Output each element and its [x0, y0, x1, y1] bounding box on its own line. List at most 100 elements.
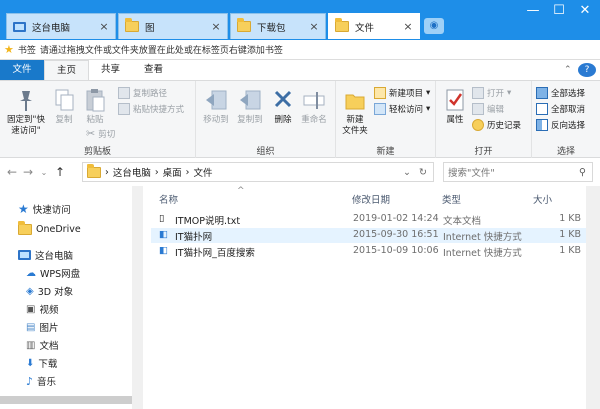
paste-shortcut-button[interactable]: 粘贴快捷方式: [118, 103, 184, 115]
file-name: ITMOP说明.txt: [175, 216, 241, 227]
help-icon[interactable]: ?: [578, 63, 596, 77]
minimize-button[interactable]: —: [520, 2, 546, 22]
tab-downloads[interactable]: 下载包 ×: [230, 13, 326, 39]
table-row[interactable]: ▯ ITMOP说明.txt 2019-01-02 14:24 文本文档 1 KB: [151, 212, 591, 227]
close-button[interactable]: ✕: [572, 2, 598, 22]
nav-item-music[interactable]: ♪ 音乐: [26, 374, 56, 389]
new-tab-button[interactable]: ◉: [424, 18, 444, 34]
search-input[interactable]: 搜索"文件" ⚲: [443, 162, 593, 182]
tab-file[interactable]: 文件: [0, 60, 44, 80]
vertical-scrollbar[interactable]: [586, 186, 600, 409]
chevron-up-icon[interactable]: ⌃: [564, 60, 578, 80]
back-icon[interactable]: ←: [4, 165, 20, 179]
open-button[interactable]: 打开 ▾: [472, 87, 511, 99]
select-all-button[interactable]: 全部选择: [536, 87, 585, 99]
new-item-button[interactable]: 新建项目 ▾: [374, 87, 430, 99]
horizontal-scrollbar[interactable]: [0, 396, 132, 404]
breadcrumb-this-pc[interactable]: 这台电脑: [113, 165, 151, 179]
video-icon: ▣: [26, 303, 36, 315]
address-bar: ← → ⌄ ↑ › 这台电脑 › 桌面 › 文件 ⌄ ↻ 搜索"文件" ⚲: [0, 158, 600, 186]
internet-shortcut-icon: ◧: [159, 229, 168, 240]
select-all-label: 全部选择: [551, 89, 586, 99]
breadcrumb-desktop[interactable]: 桌面: [163, 165, 182, 179]
nav-item-3d-objects[interactable]: ◈ 3D 对象: [26, 284, 73, 299]
select-none-button[interactable]: 全部取消: [536, 103, 585, 115]
nav-item-quick-access[interactable]: ★ 快速访问: [18, 202, 71, 216]
nav-label: 快速访问: [32, 205, 71, 216]
delete-button[interactable]: 删除: [270, 87, 296, 126]
close-icon[interactable]: ×: [307, 20, 321, 33]
copy-path-label: 复制路径: [133, 89, 168, 99]
column-header-name[interactable]: 名称: [159, 192, 178, 206]
properties-button[interactable]: 属性: [440, 87, 470, 126]
nav-label: 文档: [39, 341, 59, 352]
nav-item-this-pc[interactable]: 这台电脑: [18, 248, 73, 262]
pin-quick-access-button[interactable]: 固定到"快速访问": [4, 87, 48, 137]
easy-access-icon: [374, 103, 386, 115]
edit-button[interactable]: 编辑: [472, 103, 504, 115]
paste-button[interactable]: 粘贴: [80, 87, 110, 126]
copy-path-button[interactable]: 复制路径: [118, 87, 167, 99]
maximize-button[interactable]: ☐: [546, 2, 572, 22]
column-header-size[interactable]: 大小: [533, 192, 552, 206]
up-icon[interactable]: ↑: [52, 165, 68, 179]
new-folder-button[interactable]: 新建 文件夹: [338, 87, 372, 137]
nav-scrollbar[interactable]: [132, 186, 143, 409]
address-box[interactable]: › 这台电脑 › 桌面 › 文件 ⌄ ↻: [82, 162, 434, 182]
file-type: Internet 快捷方式: [443, 232, 522, 243]
breadcrumb-files[interactable]: 文件: [193, 165, 212, 179]
history-label: 历史记录: [487, 121, 522, 131]
move-to-button[interactable]: 移动到: [200, 87, 232, 126]
close-icon[interactable]: ×: [97, 20, 111, 33]
tab-share[interactable]: 共享: [89, 60, 132, 80]
forward-icon[interactable]: →: [20, 165, 36, 179]
tab-label: 下载包: [257, 22, 286, 34]
folder-icon: [343, 87, 367, 113]
select-group: 全部选择 全部取消 反向选择 选择: [532, 81, 600, 159]
dropdown-arrow-icon: ▾: [426, 88, 431, 98]
close-icon[interactable]: ×: [209, 20, 223, 33]
copy-button[interactable]: 复制: [50, 87, 78, 126]
nav-item-onedrive[interactable]: OneDrive: [18, 221, 81, 235]
move-to-label: 移动到: [203, 115, 229, 125]
rename-button[interactable]: 重命名: [298, 87, 330, 126]
tab-pictures[interactable]: 图 ×: [118, 13, 228, 39]
invert-selection-button[interactable]: 反向选择: [536, 119, 585, 131]
cut-button[interactable]: ✂ 剪切: [86, 127, 115, 140]
file-name: IT猫扑网_百度搜索: [175, 248, 255, 259]
column-header-type[interactable]: 类型: [442, 192, 461, 206]
bookmark-hint: 请通过拖拽文件或文件夹放置在此处或在标签页右键添加书签: [39, 46, 283, 56]
column-header-modified[interactable]: 修改日期: [352, 192, 390, 206]
copy-to-button[interactable]: 复制到: [234, 87, 266, 126]
tab-this-pc[interactable]: 这台电脑 ×: [6, 13, 116, 39]
search-icon[interactable]: ⚲: [579, 167, 586, 178]
nav-item-documents[interactable]: ▥ 文档: [26, 338, 59, 353]
folder-icon: [335, 18, 349, 32]
sort-arrow-icon: ^: [237, 186, 245, 196]
bookmark-label[interactable]: 书签: [18, 43, 36, 56]
chevron-down-icon[interactable]: ⌄: [403, 167, 411, 178]
select-none-label: 全部取消: [551, 105, 586, 115]
nav-item-pictures[interactable]: ▤ 图片: [26, 320, 58, 335]
nav-item-wps-drive[interactable]: ☁ WPS网盘: [26, 266, 80, 281]
ribbon-tabs: 文件 主页 共享 查看 ⌃ ?: [0, 60, 600, 80]
pin-icon: [14, 87, 38, 113]
easy-access-button[interactable]: 轻松访问 ▾: [374, 103, 430, 115]
star-icon: ★: [4, 43, 14, 56]
edit-label: 编辑: [487, 105, 505, 115]
open-group: 属性 打开 ▾ 编辑 历史记录 打开: [436, 81, 532, 159]
tab-view[interactable]: 查看: [132, 60, 175, 80]
nav-item-videos[interactable]: ▣ 视频: [26, 302, 58, 317]
table-row[interactable]: ◧ IT猫扑网 2015-09-30 16:51 Internet 快捷方式 1…: [151, 228, 591, 243]
file-size: 1 KB: [559, 245, 581, 256]
nav-item-downloads[interactable]: ⬇ 下载: [26, 356, 57, 371]
close-icon[interactable]: ×: [401, 20, 415, 33]
recent-dropdown-icon[interactable]: ⌄: [36, 168, 52, 177]
table-row[interactable]: ◧ IT猫扑网_百度搜索 2015-10-09 10:06 Internet 快…: [151, 244, 591, 259]
tab-home[interactable]: 主页: [44, 60, 90, 80]
tab-files[interactable]: 文件 ×: [328, 13, 420, 39]
copy-icon: [52, 87, 76, 113]
history-button[interactable]: 历史记录: [472, 119, 521, 131]
picture-icon: ▤: [26, 321, 36, 333]
refresh-icon[interactable]: ↻: [419, 167, 427, 178]
